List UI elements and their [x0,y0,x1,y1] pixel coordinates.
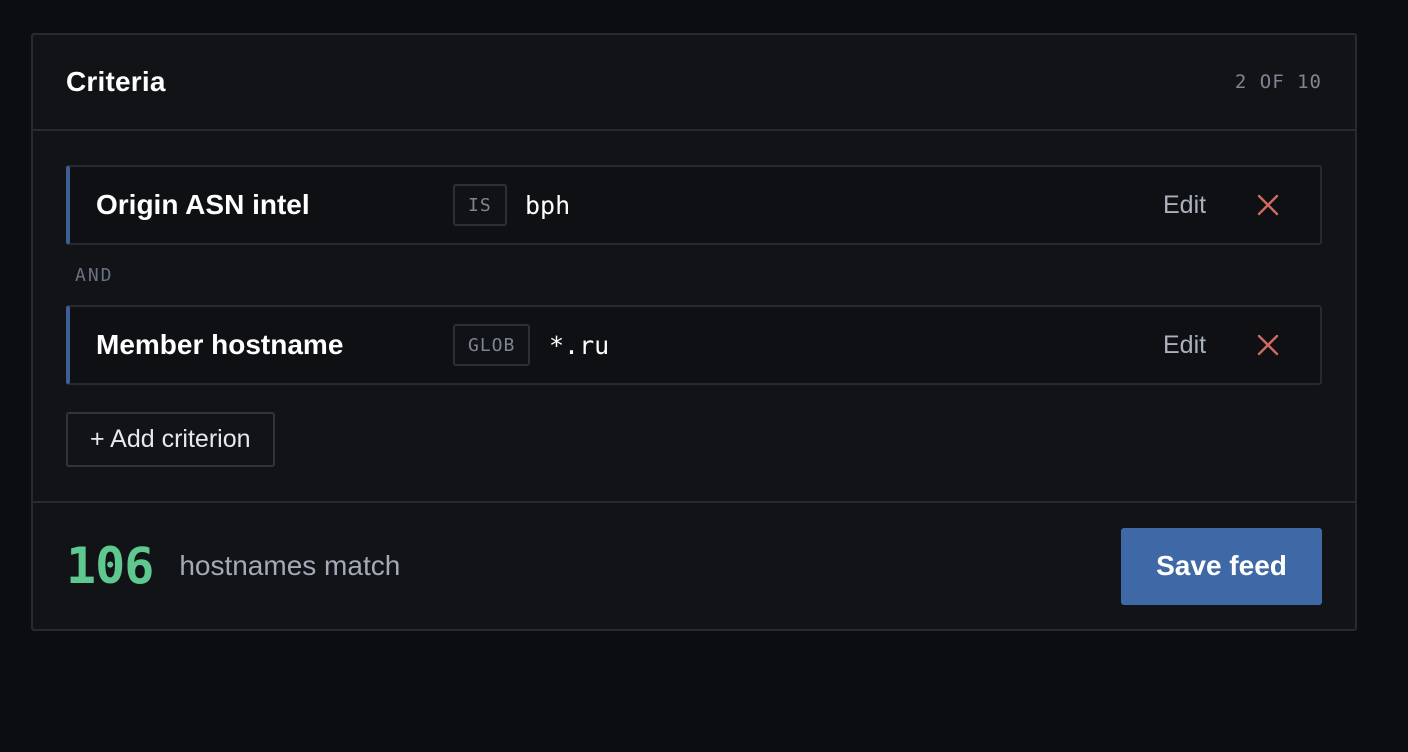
criterion-value: bph [525,190,571,220]
panel-title: Criteria [66,66,166,97]
criteria-panel: Criteria 2 OF 10 Origin ASN intel IS bph… [31,33,1357,631]
criterion-value: *.ru [549,330,610,360]
operator-badge: GLOB [453,324,531,366]
add-criterion-button[interactable]: + Add criterion [66,412,275,467]
panel-footer: 106 hostnames match Save feed [33,503,1355,629]
operator-badge: IS [453,184,507,226]
close-icon [1257,194,1279,216]
and-separator: AND [75,264,114,286]
save-feed-button[interactable]: Save feed [1121,527,1322,605]
criterion-row: Member hostname GLOB *.ru Edit [66,305,1322,385]
criterion-row: Origin ASN intel IS bph Edit [66,165,1322,245]
edit-criterion-button[interactable]: Edit [1163,331,1206,360]
remove-criterion-button[interactable] [1256,193,1280,217]
criteria-counter: 2 OF 10 [1234,71,1322,93]
match-count: 106 [66,537,154,595]
close-icon [1257,334,1279,356]
criterion-field-name: Origin ASN intel [96,189,310,220]
criterion-field-name: Member hostname [96,329,344,360]
edit-criterion-button[interactable]: Edit [1163,191,1206,220]
remove-criterion-button[interactable] [1256,333,1280,357]
match-label: hostnames match [179,550,401,581]
panel-header: Criteria 2 OF 10 [33,35,1355,131]
match-summary: 106 hostnames match [66,537,400,595]
criteria-list: Origin ASN intel IS bph Edit AND Member … [33,131,1355,503]
